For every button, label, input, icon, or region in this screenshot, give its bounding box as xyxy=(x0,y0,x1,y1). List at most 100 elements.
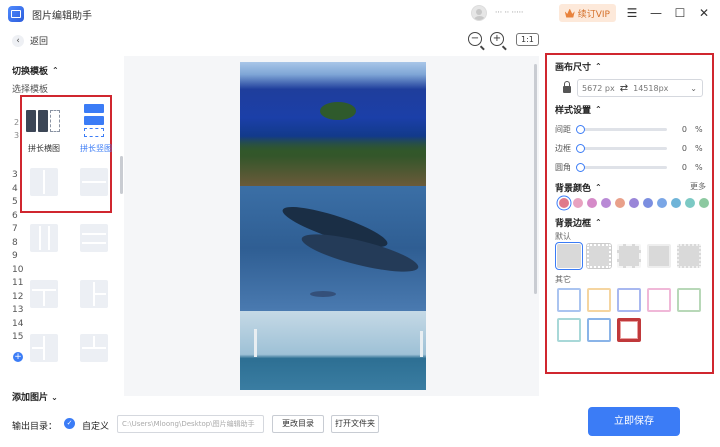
close-icon[interactable]: ✕ xyxy=(696,5,712,21)
slider-knob[interactable] xyxy=(576,143,585,153)
template-thumb[interactable] xyxy=(30,334,58,362)
slider-track[interactable] xyxy=(576,143,667,153)
custom-check-icon[interactable]: ✓ xyxy=(64,418,75,429)
color-swatch[interactable] xyxy=(615,198,625,208)
bottom-bar: 输出目录： ✓ 自定义 C:\Users\Mloong\Desktop\图片编辑… xyxy=(0,404,720,447)
frame-default-plain[interactable] xyxy=(555,242,583,270)
row-number: 8 xyxy=(12,237,18,248)
chevron-down-icon: ⌄ xyxy=(51,393,58,402)
frame-other-option[interactable] xyxy=(587,288,611,312)
slider-knob[interactable] xyxy=(576,124,585,134)
change-dir-button[interactable]: 更改目录 xyxy=(272,415,324,433)
bg-border-label: 背景边框 xyxy=(555,219,592,229)
add-image-header[interactable]: 添加图片 ⌄ xyxy=(12,390,58,403)
frame-default-dotted[interactable] xyxy=(586,243,612,269)
zoom-1-1-button[interactable]: 1:1 xyxy=(516,32,539,46)
back-label: 返回 xyxy=(30,37,49,47)
canvas-image-dolphins[interactable] xyxy=(240,186,426,311)
template-scrollbar[interactable] xyxy=(120,156,123,194)
zoom-out-icon[interactable]: − xyxy=(468,32,482,46)
canvas-image-lake[interactable] xyxy=(240,62,426,186)
minimize-icon[interactable]: — xyxy=(648,5,664,21)
color-swatch[interactable] xyxy=(601,198,611,208)
template-thumb[interactable] xyxy=(30,168,58,196)
slider-unit: % xyxy=(695,143,703,153)
bg-color-header[interactable]: 背景颜色 ⌃ xyxy=(555,181,602,194)
color-swatch[interactable] xyxy=(587,198,597,208)
zoom-controls: − + 1:1 xyxy=(468,32,539,46)
template-thumb[interactable] xyxy=(80,280,108,308)
maximize-icon[interactable]: ☐ xyxy=(672,5,688,21)
open-folder-button[interactable]: 打开文件夹 xyxy=(331,415,379,433)
chevron-up-icon: ⌃ xyxy=(595,183,602,192)
back-button[interactable]: ‹ 返回 xyxy=(12,34,48,47)
color-swatch[interactable] xyxy=(559,198,569,208)
row-number: 11 xyxy=(12,278,24,288)
frame-other-option[interactable] xyxy=(587,318,611,342)
menu-icon[interactable]: ☰ xyxy=(624,5,640,21)
template-panel: 切换模板 ⌃ 选择模板 拼长横图 拼长竖图 23 3 4 5 6 7 8 9 1… xyxy=(0,56,123,396)
color-swatch[interactable] xyxy=(629,198,639,208)
other-label: 其它 xyxy=(555,275,571,284)
row-number: 7 xyxy=(12,224,18,234)
frame-other-option[interactable] xyxy=(677,288,701,312)
frame-default-scalloped[interactable] xyxy=(677,244,701,268)
template-thumb[interactable] xyxy=(80,334,108,362)
row-markers-top: 23 xyxy=(14,118,20,140)
output-path-input[interactable]: C:\Users\Mloong\Desktop\图片编辑助手 xyxy=(117,415,264,433)
style-settings-header[interactable]: 样式设置 ⌃ xyxy=(555,103,602,116)
user-name[interactable]: ··· ·· ····· xyxy=(495,8,551,18)
more-colors-link[interactable]: 更多 xyxy=(690,181,706,192)
width-unit: px xyxy=(604,83,615,93)
canvas-size-select[interactable]: 5672 px ⇄ 14518 px ⌄ xyxy=(577,79,703,97)
lock-icon[interactable] xyxy=(563,81,571,93)
canvas-size-header[interactable]: 画布尺寸 ⌃ xyxy=(555,60,602,73)
canvas-area xyxy=(124,56,539,396)
frame-other-option[interactable] xyxy=(647,288,671,312)
row-number: 12 xyxy=(12,291,24,302)
switch-template-header[interactable]: 切换模板 ⌃ xyxy=(12,64,59,77)
canvas-scrollbar[interactable] xyxy=(534,64,537,294)
add-row-icon[interactable]: + xyxy=(13,352,23,362)
border-slider[interactable]: 边框 0 % xyxy=(555,142,707,154)
chevron-down-icon: ⌄ xyxy=(690,83,697,93)
template-thumb[interactable] xyxy=(30,280,58,308)
color-swatch[interactable] xyxy=(699,198,709,208)
frame-other-option[interactable] xyxy=(617,318,641,342)
frame-other-option[interactable] xyxy=(557,318,581,342)
custom-label[interactable]: 自定义 xyxy=(82,419,109,432)
save-now-button[interactable]: 立即保存 xyxy=(588,407,680,436)
crown-icon xyxy=(564,8,575,18)
template-thumb[interactable] xyxy=(80,224,108,252)
frame-other-option[interactable] xyxy=(557,288,581,312)
dolphin-shape xyxy=(310,291,336,297)
color-swatch[interactable] xyxy=(657,198,667,208)
chevron-up-icon: ⌃ xyxy=(595,218,602,227)
corner-radius-slider[interactable]: 圆角 0 % xyxy=(555,161,707,173)
chevron-up-icon: ⌃ xyxy=(595,62,602,71)
bg-border-header[interactable]: 背景边框 ⌃ xyxy=(555,216,602,229)
color-swatch[interactable] xyxy=(643,198,653,208)
title-bar-controls: ··· ·· ····· 续订VIP ☰ — ☐ ✕ xyxy=(470,4,712,22)
color-swatch[interactable] xyxy=(671,198,681,208)
canvas-image-bridge[interactable] xyxy=(240,311,426,390)
swap-icon[interactable]: ⇄ xyxy=(620,83,628,94)
template-thumb[interactable] xyxy=(30,224,58,252)
style-settings-label: 样式设置 xyxy=(555,106,592,116)
switch-template-label: 切换模板 xyxy=(12,67,49,77)
slider-track[interactable] xyxy=(576,124,667,134)
zoom-in-icon[interactable]: + xyxy=(490,32,504,46)
template-thumb[interactable] xyxy=(80,168,108,196)
frame-default-solid[interactable] xyxy=(647,244,671,268)
spacing-slider[interactable]: 间距 0 % xyxy=(555,123,707,135)
frame-default-dashed[interactable] xyxy=(617,244,641,268)
chevron-up-icon: ⌃ xyxy=(595,105,602,114)
avatar[interactable] xyxy=(470,5,487,21)
color-swatch[interactable] xyxy=(685,198,695,208)
renew-vip-button[interactable]: 续订VIP xyxy=(558,4,616,22)
color-swatch[interactable] xyxy=(573,198,583,208)
frame-other-option[interactable] xyxy=(617,288,641,312)
bridge-pole xyxy=(420,331,423,357)
slider-track[interactable] xyxy=(576,162,667,172)
slider-knob[interactable] xyxy=(576,162,585,172)
